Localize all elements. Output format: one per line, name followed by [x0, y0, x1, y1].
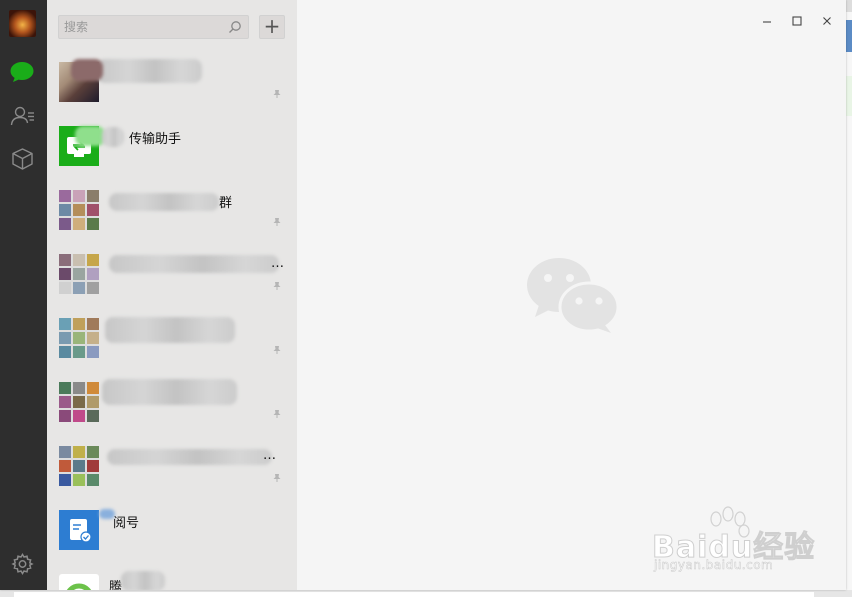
group-avatar: [59, 318, 99, 358]
watermark-url: jingyan.baidu.com: [654, 558, 774, 573]
chat-main-area: [297, 0, 846, 590]
mute-icon: [273, 346, 281, 354]
chat-name: 群: [219, 196, 233, 211]
avatar: [59, 574, 99, 590]
subscription-account-icon: [59, 510, 99, 550]
chat-name: 传输助手: [129, 132, 182, 147]
chat-item[interactable]: 群: [47, 177, 297, 241]
group-avatar: [59, 382, 99, 422]
mute-icon: [273, 218, 281, 226]
chat-name: 阅号: [113, 516, 140, 531]
chat-item[interactable]: …: [47, 241, 297, 305]
settings-gear-icon[interactable]: [9, 552, 36, 576]
chat-item[interactable]: 腾: [47, 561, 297, 590]
maximize-icon[interactable]: [788, 12, 806, 30]
favorites-cube-icon[interactable]: [9, 147, 36, 171]
chat-item[interactable]: [47, 369, 297, 433]
search-box[interactable]: [58, 15, 249, 39]
minimize-icon[interactable]: [758, 12, 776, 30]
chat-item[interactable]: 阅号: [47, 497, 297, 561]
chat-name: …: [271, 256, 284, 271]
background-page-edge: [846, 0, 852, 597]
add-button[interactable]: +: [259, 15, 285, 39]
chat-item[interactable]: 传输助手: [47, 113, 297, 177]
close-icon[interactable]: [818, 12, 836, 30]
mute-icon: [273, 282, 281, 290]
contacts-icon[interactable]: [9, 104, 36, 128]
mute-icon: [273, 90, 281, 98]
chat-list-panel: + 传输助手 群: [47, 0, 298, 590]
group-avatar: [59, 254, 99, 294]
chat-icon[interactable]: [9, 60, 36, 84]
background-page-bottom: [0, 590, 852, 597]
chat-item[interactable]: [47, 305, 297, 369]
user-avatar[interactable]: [9, 10, 36, 37]
chat-item[interactable]: [47, 49, 297, 113]
search-input[interactable]: [64, 18, 224, 36]
wechat-logo-icon: [527, 258, 620, 333]
chat-name: …: [263, 448, 276, 463]
mute-icon: [273, 474, 281, 482]
wechat-window: + 传输助手 群: [0, 0, 846, 590]
group-avatar: [59, 446, 99, 486]
chat-item[interactable]: …: [47, 433, 297, 497]
search-icon[interactable]: [228, 20, 242, 34]
mute-icon: [273, 410, 281, 418]
sidebar: [0, 0, 47, 590]
group-avatar: [59, 190, 99, 230]
